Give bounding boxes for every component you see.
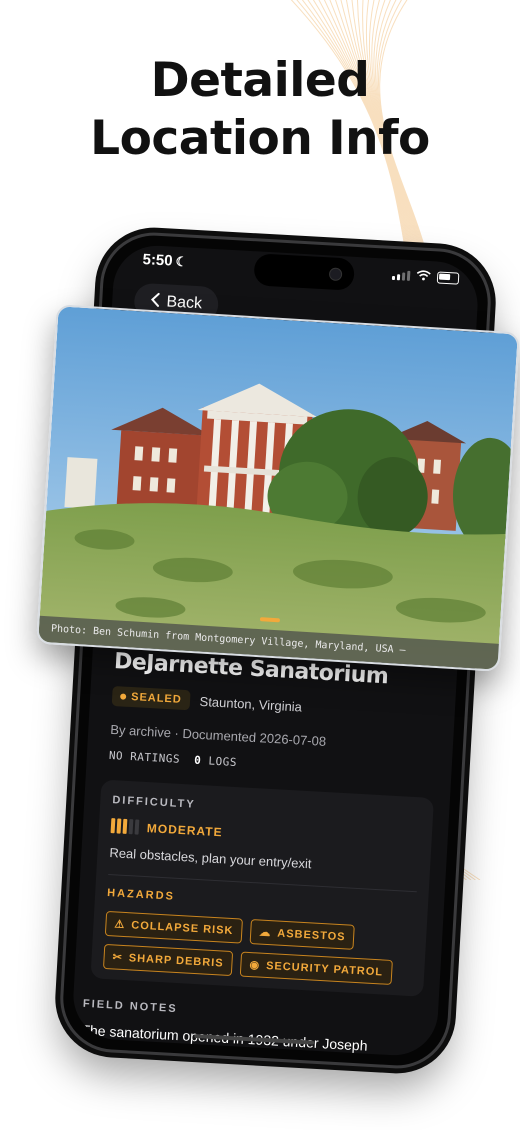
status-badge: SEALED: [111, 685, 191, 711]
location-place[interactable]: Staunton, Virginia: [199, 693, 302, 714]
hazard-tag-label: SECURITY PATROL: [265, 959, 384, 978]
headline: Detailed Location Info: [0, 52, 520, 168]
status-time-text: 5:50: [142, 250, 174, 270]
difficulty-bar: [134, 819, 140, 835]
location-photo-card[interactable]: Photo: Ben Schumin from Montgomery Villa…: [36, 304, 520, 672]
scissors-icon: ✂: [112, 951, 124, 964]
logs-label: LOGS: [208, 754, 238, 770]
location-details: DeJarnette Sanatorium SEALED Staunton, V…: [71, 648, 457, 1058]
hazards-label: HAZARDS: [106, 886, 176, 903]
hazard-tags: ⚠ COLLAPSE RISK ☁ ASBESTOS ✂ SHARP DEBRIS ◉ SEC…: [102, 910, 415, 986]
cloud-icon: ☁: [259, 926, 272, 940]
location-photo: [38, 306, 518, 670]
status-dot-icon: [120, 693, 127, 700]
hazard-tag[interactable]: ☁ ASBESTOS: [249, 919, 356, 950]
headline-line-2: Location Info: [90, 111, 430, 166]
camera-icon: [328, 267, 343, 282]
hazard-tag-label: COLLAPSE RISK: [130, 918, 234, 937]
status-time: 5:50 ☾: [142, 251, 188, 270]
hazard-tag[interactable]: ◉ SECURITY PATROL: [239, 951, 393, 985]
logs-count: 0: [193, 753, 202, 768]
signal-icon: [391, 269, 411, 281]
battery-icon: [436, 270, 460, 285]
info-card: DIFFICULTY MODERATE Real obstacles, plan…: [90, 779, 435, 997]
difficulty-row: MODERATE: [110, 818, 420, 850]
hazard-tag-label: SHARP DEBRIS: [128, 951, 224, 970]
difficulty-meter: [110, 818, 140, 835]
ratings-text: NO RATINGS: [108, 748, 181, 766]
warning-icon: ⚠: [114, 918, 126, 932]
difficulty-description: Real obstacles, plan your entry/exit: [109, 845, 312, 872]
difficulty-bar: [122, 818, 128, 834]
status-badge-label: SEALED: [130, 691, 183, 706]
eye-icon: ◉: [249, 959, 261, 972]
difficulty-value: MODERATE: [146, 820, 223, 839]
ratings-summary: NO RATINGS 0 LOGS: [109, 749, 452, 781]
moon-icon: ☾: [175, 253, 188, 270]
difficulty-bar: [110, 818, 116, 834]
hazard-tag[interactable]: ✂ SHARP DEBRIS: [102, 943, 234, 977]
hazard-tag[interactable]: ⚠ COLLAPSE RISK: [104, 910, 244, 944]
status-icons: [391, 267, 460, 286]
difficulty-bar: [128, 819, 134, 835]
headline-line-1: Detailed: [150, 53, 370, 108]
difficulty-label: DIFFICULTY: [112, 794, 196, 811]
wifi-icon: [416, 268, 432, 284]
hazard-tag-label: ASBESTOS: [277, 927, 346, 943]
difficulty-bar: [116, 818, 122, 834]
dynamic-island: [253, 253, 355, 291]
status-row: SEALED Staunton, Virginia: [111, 685, 456, 725]
